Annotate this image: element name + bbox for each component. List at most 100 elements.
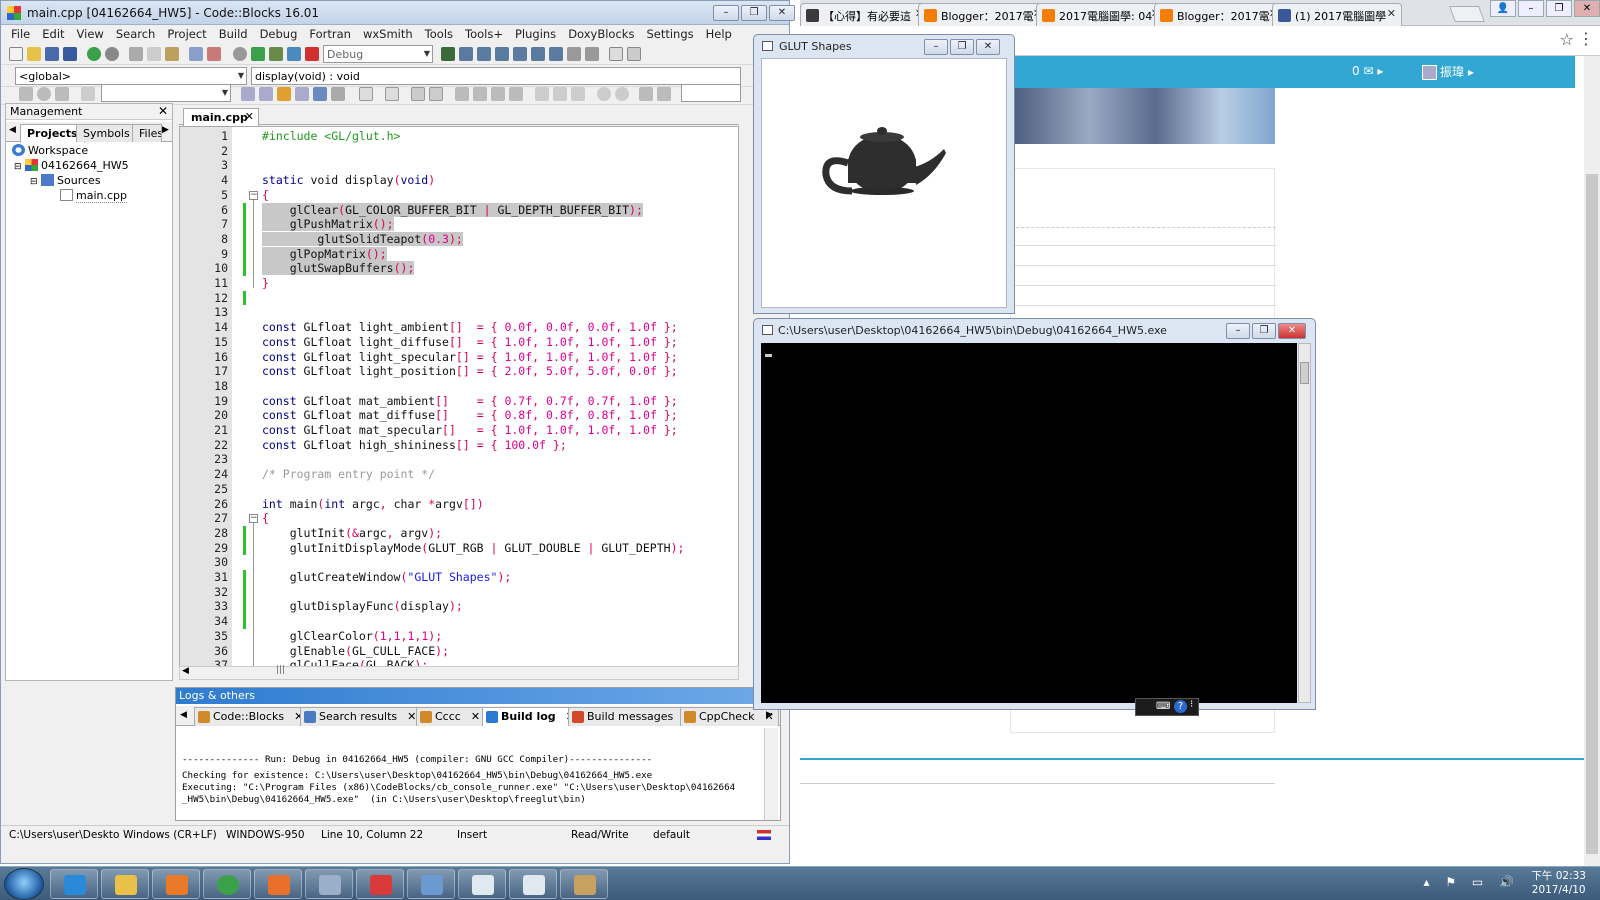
tree-sources[interactable]: ⊟ Sources <box>30 174 101 187</box>
taskbar-button[interactable] <box>356 869 404 899</box>
scroll-grip-icon[interactable]: ||| <box>276 665 285 675</box>
close-button[interactable]: ✕ <box>1278 323 1306 339</box>
code-line[interactable]: const GLfloat light_position[] = { 2.0f,… <box>262 364 678 379</box>
highlight-icon[interactable] <box>277 87 291 101</box>
bookmark-star-icon[interactable]: ☆ <box>1560 30 1574 49</box>
scrollbar-thumb[interactable] <box>1300 362 1309 384</box>
code-line[interactable]: glClear(GL_COLOR_BUFFER_BIT | GL_DEPTH_B… <box>262 202 643 218</box>
search-icon[interactable] <box>81 87 95 101</box>
stop-debug-icon[interactable] <box>585 47 599 61</box>
code-line[interactable]: glutSwapBuffers(); <box>262 261 415 276</box>
code-line[interactable]: glutInitDisplayMode(GLUT_RGB | GLUT_DOUB… <box>262 541 685 556</box>
menu-item[interactable]: Tools <box>419 25 459 43</box>
taskbar-button[interactable] <box>101 869 149 899</box>
s-icon[interactable] <box>639 87 653 101</box>
code-line[interactable]: glutDisplayFunc(display); <box>262 599 463 614</box>
new-file-icon[interactable] <box>9 47 23 61</box>
blog-user-menu[interactable]: 振瑋 ▸ <box>1422 63 1474 80</box>
browser-tab[interactable]: 【心得】有必要這✕ <box>800 3 930 26</box>
close-button[interactable]: ✕ <box>769 5 795 21</box>
menu-item[interactable]: View <box>71 25 110 43</box>
find-icon[interactable] <box>189 47 203 61</box>
taskbar-button[interactable] <box>560 869 608 899</box>
pause-icon[interactable] <box>567 47 581 61</box>
build-run-icon[interactable] <box>269 47 283 61</box>
code-line[interactable]: /* Program entry point */ <box>262 467 435 482</box>
browser-tab[interactable]: (1) 2017電腦圖學 ✕ <box>1272 3 1402 26</box>
menu-item[interactable]: Edit <box>36 25 70 43</box>
run-to-cursor-icon[interactable] <box>459 47 473 61</box>
cut-icon[interactable] <box>129 47 143 61</box>
copy-icon[interactable] <box>147 47 161 61</box>
code-line[interactable]: glClearColor(1,1,1,1); <box>262 629 442 644</box>
rectangle-icon[interactable] <box>385 87 399 101</box>
editor-tab[interactable]: main.cpp ✕ <box>183 108 259 126</box>
code-line[interactable]: glutCreateWindow("GLUT Shapes"); <box>262 570 512 585</box>
code-line[interactable]: const GLfloat high_shininess[] = { 100.0… <box>262 438 567 453</box>
close-icon[interactable]: ✕ <box>1387 7 1396 20</box>
tab-files[interactable]: Files <box>132 124 162 142</box>
find-previous-icon[interactable] <box>241 87 255 101</box>
new-tab-button[interactable] <box>1449 6 1485 22</box>
redo-icon[interactable] <box>105 47 119 61</box>
step-into-icon[interactable] <box>495 47 509 61</box>
code-line[interactable]: const GLfloat light_diffuse[] = { 1.0f, … <box>262 335 678 350</box>
selected-text-icon[interactable] <box>295 87 309 101</box>
abort-icon[interactable] <box>305 47 319 61</box>
close-icon[interactable]: ✕ <box>158 104 168 118</box>
menu-item[interactable]: Debug <box>254 25 304 43</box>
maximize-button[interactable]: ❐ <box>1252 323 1276 339</box>
code-line[interactable]: const GLfloat mat_diffuse[] = { 0.8f, 0.… <box>262 408 678 423</box>
chevron-left-icon[interactable]: ◀ <box>180 710 187 720</box>
taskbar-button[interactable] <box>509 869 557 899</box>
browser-scrollbar[interactable] <box>1584 56 1600 866</box>
clock[interactable]: 下午 02:33 2017/4/10 <box>1531 869 1586 897</box>
zoom-in-icon[interactable] <box>597 87 611 101</box>
chevron-left-icon[interactable]: ◀ <box>182 666 189 676</box>
close-icon[interactable]: ✕ <box>1574 0 1600 17</box>
scrollbar-thumb[interactable] <box>1586 174 1598 854</box>
menu-item[interactable]: Plugins <box>509 25 562 43</box>
align-icon-4[interactable] <box>509 87 523 101</box>
menu-item[interactable]: Fortran <box>303 25 357 43</box>
help-icon[interactable]: ? <box>1174 700 1187 713</box>
taskbar-button[interactable] <box>203 869 251 899</box>
taskbar-button[interactable] <box>50 869 98 899</box>
code-line[interactable]: static void display(void) <box>262 173 435 188</box>
next-instruction-icon[interactable] <box>531 47 545 61</box>
toolbar-input[interactable] <box>681 84 741 102</box>
step-out-icon[interactable] <box>513 47 527 61</box>
tab-symbols[interactable]: Symbols <box>76 124 137 142</box>
tree-project[interactable]: ⊟ 04162664_HW5 <box>14 159 129 172</box>
step-instruction-icon[interactable] <box>549 47 563 61</box>
code-line[interactable]: glutSolidTeapot(0.3); <box>262 231 463 247</box>
code-line[interactable]: const GLfloat mat_specular[] = { 1.0f, 1… <box>262 423 678 438</box>
undo-icon[interactable] <box>87 47 101 61</box>
code-line[interactable]: } <box>262 276 269 291</box>
menu-item[interactable]: Search <box>110 25 162 43</box>
run-icon[interactable] <box>251 47 265 61</box>
code-line[interactable]: const GLfloat light_ambient[] = { 0.0f, … <box>262 320 678 335</box>
menu-item[interactable]: Tools+ <box>459 25 509 43</box>
notification-count[interactable]: 0 ✉ ▸ <box>1352 64 1383 78</box>
menu-item[interactable]: DoxyBlocks <box>562 25 640 43</box>
chevron-right-icon[interactable]: ▶ <box>162 125 169 135</box>
browser-menu-icon[interactable]: ⋮ <box>1578 29 1594 48</box>
code-line[interactable]: { <box>262 188 269 203</box>
various-info-icon[interactable] <box>627 47 641 61</box>
widget-icon-3[interactable] <box>571 87 585 101</box>
collapse-icon[interactable]: ⊟ <box>30 177 38 187</box>
log-tab[interactable]: Search results ✕ <box>300 707 422 726</box>
start-button[interactable] <box>4 868 44 900</box>
open-icon[interactable] <box>27 47 41 61</box>
paste-icon[interactable] <box>165 47 179 61</box>
code-line[interactable]: glPushMatrix(); <box>262 217 394 232</box>
console-scrollbar[interactable] <box>1298 343 1311 703</box>
glut-canvas[interactable] <box>761 58 1007 308</box>
close-icon[interactable]: ✕ <box>245 110 254 123</box>
options-icon[interactable]: ⁝ <box>1190 699 1193 710</box>
taskbar-button[interactable] <box>305 869 353 899</box>
taskbar-button[interactable] <box>152 869 200 899</box>
jump-forward-icon[interactable] <box>55 87 69 101</box>
minimize-button[interactable]: – <box>924 39 948 55</box>
